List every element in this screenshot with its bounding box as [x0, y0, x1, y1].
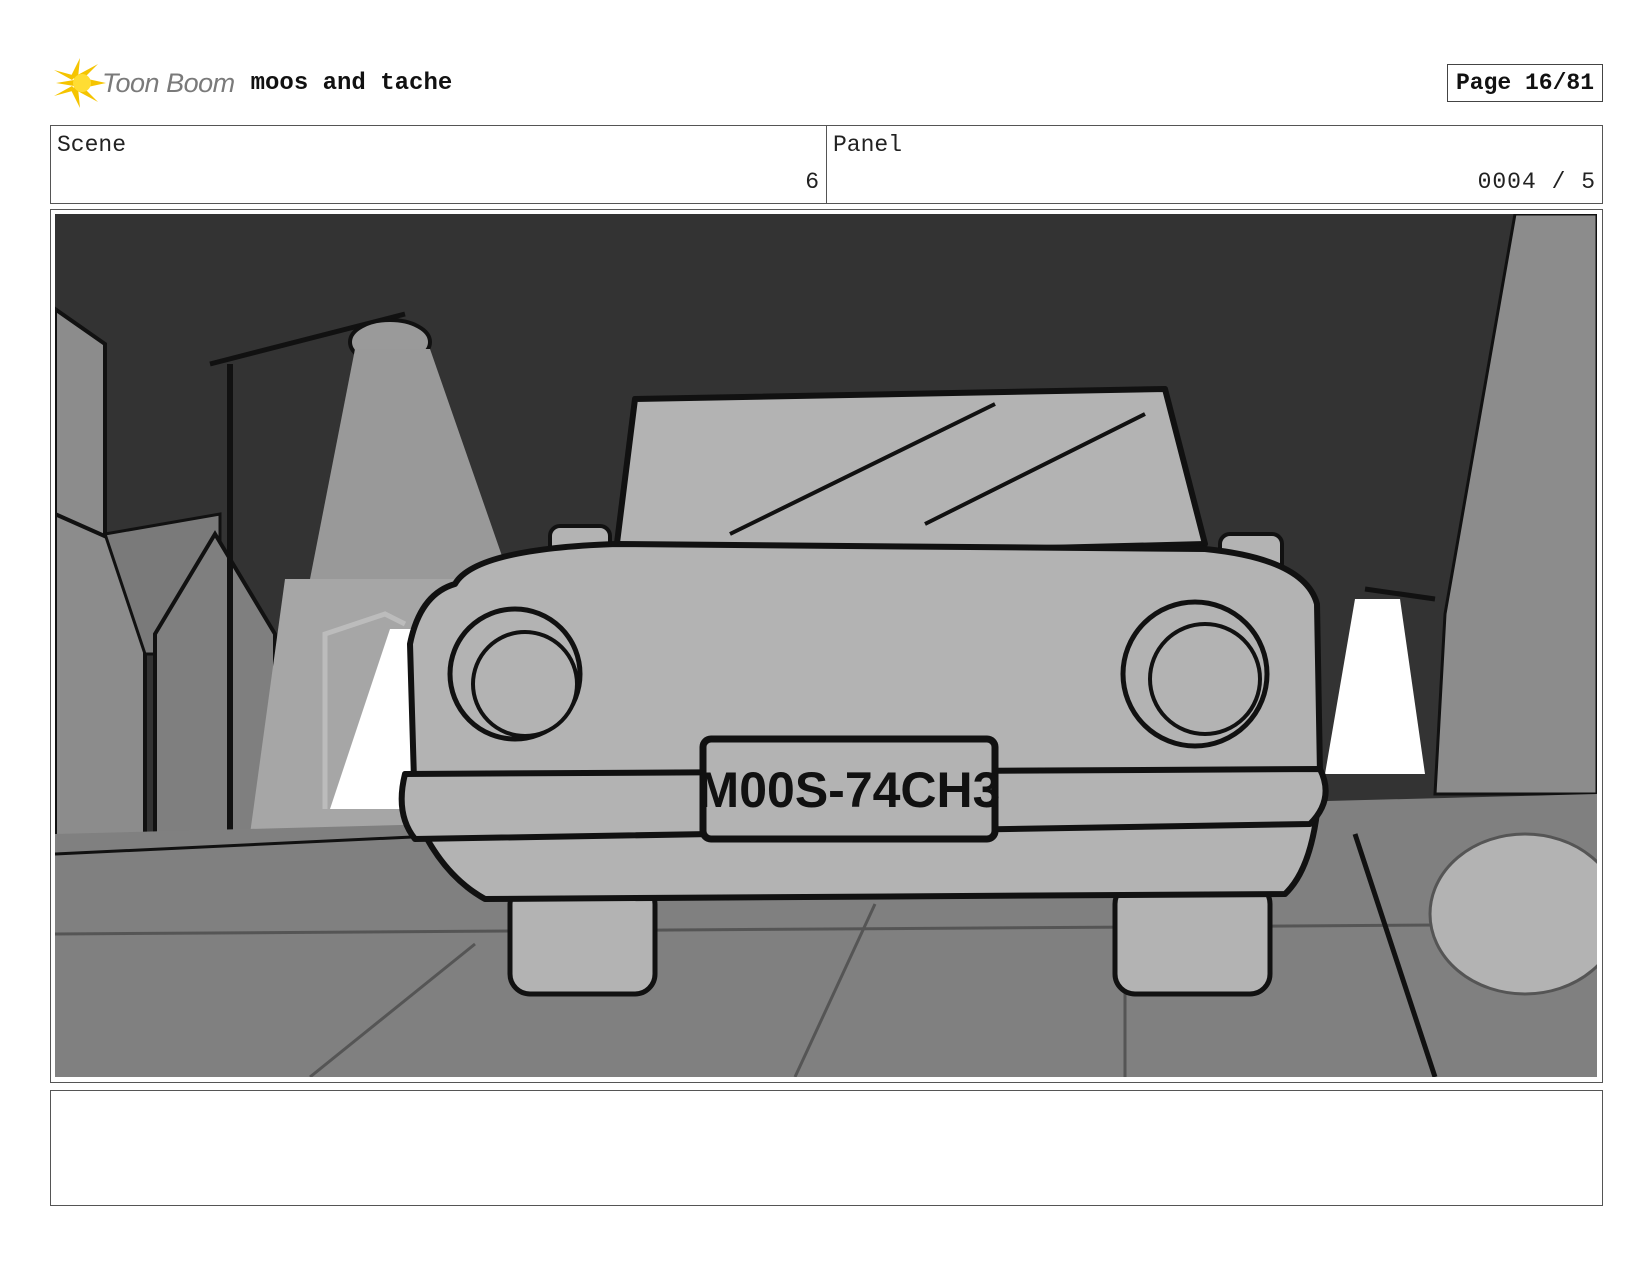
panel-cell: Panel 0004 / 5: [826, 126, 1602, 203]
toon-boom-logo: Toon Boom: [52, 56, 235, 110]
panel-notes-box: [50, 1090, 1603, 1206]
left-headlight-inner: [471, 630, 579, 738]
license-plate-text: M00S-74CH3: [698, 762, 1001, 818]
left-building-far: [55, 306, 107, 546]
storyboard-panel-frame: M00S-74CH3: [50, 209, 1603, 1083]
car-wheel-right: [1112, 881, 1273, 997]
right-headlight-inner: [1148, 622, 1262, 736]
car-cabin: [612, 386, 1208, 562]
project-title: moos and tache: [250, 69, 453, 97]
scene-value: 6: [805, 169, 820, 195]
scene-panel-table: Scene 6 Panel 0004 / 5: [50, 125, 1603, 204]
toon-boom-burst-icon: [54, 58, 106, 108]
page-number: Page 16/81: [1455, 70, 1594, 96]
scene-label: Scene: [57, 132, 127, 158]
page-number-box: Page 16/81: [1446, 64, 1603, 102]
page-header: Toon Boom moos and tache: [52, 56, 452, 110]
logo-text: Toon Boom: [102, 67, 235, 98]
right-shrub: [1428, 832, 1597, 996]
storyboard-panel-drawing: M00S-74CH3: [55, 214, 1597, 1077]
panel-label: Panel: [833, 132, 903, 158]
panel-value: 0004 / 5: [1477, 169, 1596, 195]
scene-cell: Scene 6: [51, 126, 826, 203]
